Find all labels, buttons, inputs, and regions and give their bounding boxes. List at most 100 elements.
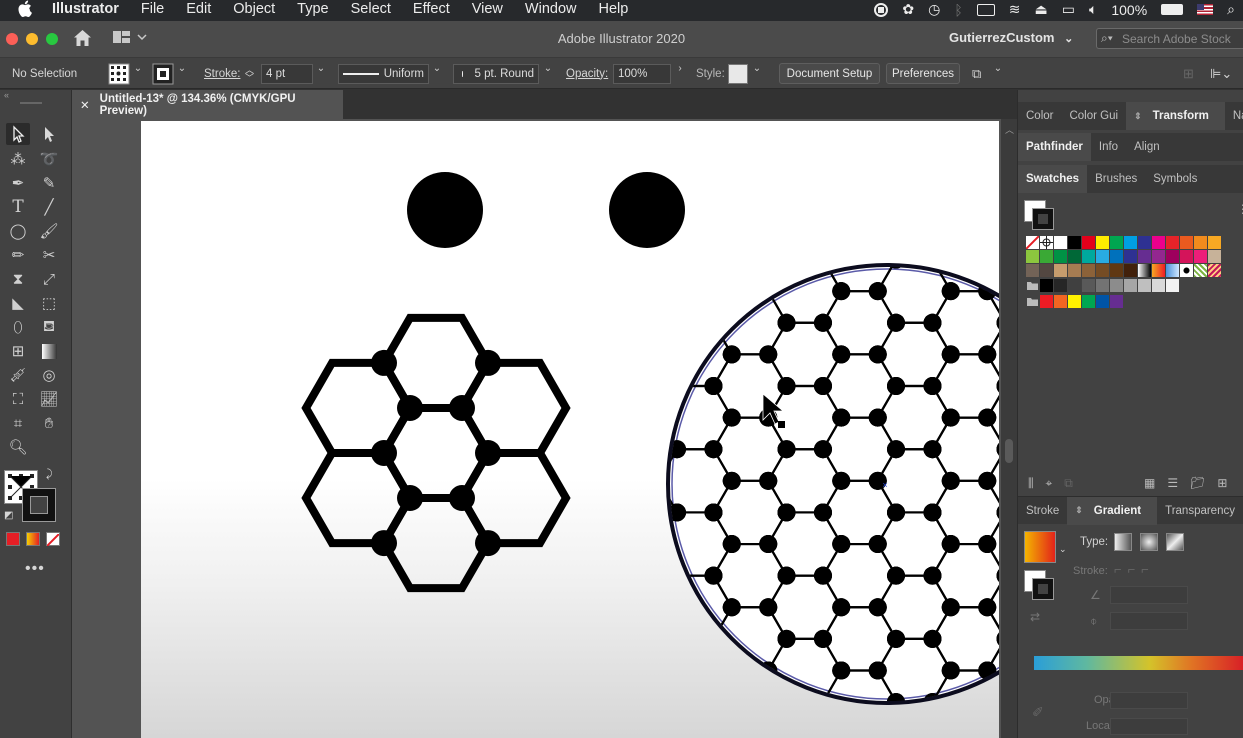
swatch[interactable] — [1068, 264, 1081, 277]
tab-navigator[interactable]: Navigat — [1225, 102, 1243, 130]
menu-help[interactable]: Help — [598, 1, 628, 17]
gradient-preview-chevron-icon[interactable]: ⌄ — [1059, 544, 1067, 555]
vertex-dot[interactable] — [371, 440, 397, 466]
style-chevron-icon[interactable]: ⌄ — [749, 58, 765, 78]
menu-app-illustrator[interactable]: Illustrator — [52, 1, 119, 17]
swatch[interactable] — [1082, 264, 1095, 277]
hexagon[interactable] — [301, 449, 415, 548]
keyboard-icon[interactable] — [976, 3, 995, 16]
swatch[interactable] — [1180, 236, 1193, 249]
swatch[interactable] — [1138, 264, 1151, 277]
freeform-gradient-icon[interactable] — [1166, 533, 1184, 551]
brush-chevron-icon[interactable]: ⌄ — [540, 58, 556, 78]
airplay-icon[interactable]: ▭ — [1062, 1, 1075, 18]
swatch[interactable] — [1166, 279, 1179, 292]
vertex-dot[interactable] — [449, 485, 475, 512]
swatch[interactable] — [1096, 250, 1109, 263]
tab-stroke[interactable]: Stroke — [1018, 497, 1067, 525]
color-group-folder-icon[interactable] — [1026, 279, 1039, 292]
vertex-dot[interactable] — [449, 394, 475, 421]
tab-color-guide[interactable]: Color Gui — [1061, 102, 1126, 130]
swatch[interactable] — [1110, 279, 1123, 292]
swatch-options-icon[interactable]: ⧉ — [1064, 476, 1073, 491]
collapse-toolbar-icon[interactable]: « — [4, 90, 9, 100]
blend-tool-icon[interactable]: ◎ — [37, 364, 61, 386]
default-fill-stroke-icon[interactable]: ◩ — [4, 510, 13, 521]
swatch[interactable] — [1180, 264, 1193, 277]
stroke-dropdown-chevron-icon[interactable]: ⌄ — [174, 58, 190, 78]
swatch-stroke-preview[interactable] — [1032, 208, 1054, 230]
swatch[interactable] — [1068, 295, 1081, 308]
swatch[interactable] — [1082, 236, 1095, 249]
tab-align[interactable]: Align — [1126, 133, 1168, 161]
hexagon[interactable] — [457, 449, 571, 548]
swatch[interactable] — [1124, 279, 1137, 292]
swatch[interactable] — [1082, 250, 1095, 263]
transform-icon[interactable]: ⊞ — [1183, 58, 1194, 89]
free-transform-tool-icon[interactable]: ⬚ — [37, 292, 61, 314]
swatch[interactable] — [1082, 295, 1095, 308]
aspect-ratio-input[interactable] — [1110, 612, 1188, 630]
angle-input[interactable] — [1110, 586, 1188, 604]
artwork[interactable]: × — [141, 121, 999, 738]
swatch[interactable] — [1054, 236, 1067, 249]
swatch[interactable] — [1208, 264, 1221, 277]
gradient-mode-icon[interactable] — [26, 532, 40, 546]
swatch[interactable] — [1208, 236, 1221, 249]
swatch[interactable] — [1040, 264, 1053, 277]
fill-swatch[interactable] — [108, 58, 130, 89]
radial-gradient-icon[interactable] — [1140, 533, 1158, 551]
pencil-tool-icon[interactable]: ✏︎ — [6, 244, 30, 266]
gradient-tool-icon[interactable] — [37, 340, 61, 362]
arrange-chevron-icon[interactable]: ⌄ — [990, 58, 1006, 78]
swatch[interactable] — [1124, 264, 1137, 277]
wifi-icon[interactable]: ≋ — [1009, 1, 1021, 18]
swatch[interactable] — [1054, 295, 1067, 308]
swatch[interactable] — [1152, 279, 1165, 292]
swatch[interactable] — [1152, 236, 1165, 249]
swatch[interactable] — [1068, 250, 1081, 263]
search-adobe-stock-input[interactable]: ⌕▾ Search Adobe Stock — [1096, 28, 1243, 49]
swatch[interactable] — [1166, 236, 1179, 249]
swatch[interactable] — [1082, 279, 1095, 292]
left-circle[interactable] — [407, 172, 483, 248]
magic-wand-tool-icon[interactable]: ⁂ — [6, 148, 30, 170]
arrange-icon[interactable]: ⧉ — [972, 58, 981, 89]
swatch[interactable] — [1068, 279, 1081, 292]
swatch[interactable] — [1166, 250, 1179, 263]
menu-file[interactable]: File — [141, 1, 164, 17]
stroke-weight-input[interactable]: 4 pt — [261, 63, 313, 84]
scale-tool-icon[interactable]: ⤢ — [37, 268, 61, 290]
variable-width-profile[interactable]: Uniform — [338, 63, 429, 84]
eject-icon[interactable]: ⏏ — [1034, 1, 1047, 18]
lasso-tool-icon[interactable]: ➰ — [37, 148, 61, 170]
curvature-tool-icon[interactable]: ✎ — [37, 172, 61, 194]
gradient-opacity-input[interactable] — [1110, 692, 1188, 709]
swatch[interactable] — [1096, 264, 1109, 277]
scroll-up-icon[interactable]: ︿ — [1005, 123, 1014, 136]
hexagon[interactable] — [457, 358, 571, 457]
swatch-list-icon[interactable]: ☰ — [1167, 476, 1178, 490]
stroke-swatch[interactable] — [152, 58, 174, 89]
menu-type[interactable]: Type — [297, 1, 328, 17]
swatch[interactable] — [1110, 295, 1123, 308]
vertex-dot[interactable] — [371, 349, 397, 376]
swatch[interactable] — [1138, 279, 1151, 292]
shape-builder-tool-icon[interactable]: ⬯ — [6, 316, 30, 338]
document-setup-button[interactable]: Document Setup — [779, 63, 880, 84]
vertex-dot[interactable] — [371, 530, 397, 557]
zoom-tool-icon[interactable]: 🔍︎ — [6, 436, 30, 458]
new-swatch-icon[interactable]: ⊞ — [1217, 476, 1227, 490]
swatch[interactable] — [1152, 264, 1165, 277]
stroke-label[interactable]: Stroke: — [204, 58, 240, 89]
panel-menu-icon[interactable]: ⋮ — [1237, 202, 1243, 216]
scroll-thumb[interactable] — [1005, 439, 1013, 463]
swap-fill-stroke-icon[interactable]: ⤸ — [46, 468, 53, 481]
menu-edit[interactable]: Edit — [186, 1, 211, 17]
swatch[interactable] — [1040, 236, 1053, 249]
live-paint-bucket-tool-icon[interactable]: ⛾ — [37, 316, 61, 338]
swatch[interactable] — [1054, 279, 1067, 292]
vertical-scrollbar[interactable]: ︿ — [1001, 119, 1017, 738]
mesh-tool-icon[interactable]: ⊞ — [6, 340, 30, 362]
symbol-sprayer-tool-icon[interactable]: ⛶ — [6, 388, 30, 410]
